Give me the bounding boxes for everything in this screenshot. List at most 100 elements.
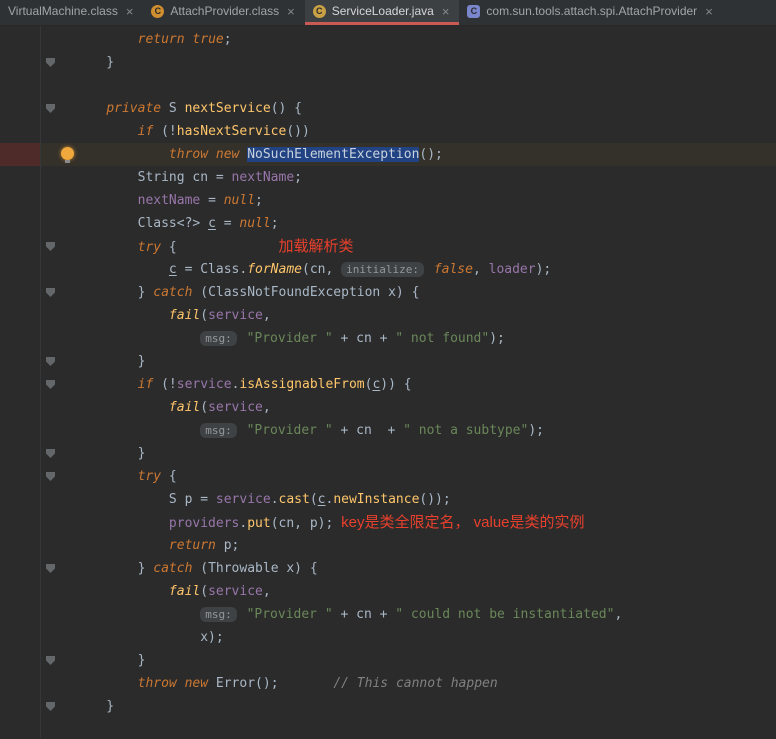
code-token: if bbox=[137, 124, 154, 139]
code-line[interactable]: if (!service.isAssignableFrom(c)) { bbox=[75, 373, 776, 396]
tab-label: com.sun.tools.attach.spi.AttachProvider bbox=[486, 4, 698, 18]
code-token: if bbox=[137, 377, 154, 392]
code-token: // This cannot happen bbox=[333, 676, 498, 691]
code-editor[interactable]: return true; } private S nextService() {… bbox=[0, 26, 776, 738]
code-line[interactable]: fail(service, bbox=[75, 580, 776, 603]
fold-icon[interactable] bbox=[46, 380, 55, 389]
code-token: x); bbox=[75, 630, 224, 645]
code-line[interactable]: } catch (ClassNotFoundException x) { bbox=[75, 281, 776, 304]
fold-icon[interactable] bbox=[46, 564, 55, 573]
code-line[interactable]: } bbox=[75, 695, 776, 718]
fold-icon[interactable] bbox=[46, 656, 55, 665]
code-token: ); bbox=[528, 423, 544, 438]
code-line[interactable]: return p; bbox=[75, 534, 776, 557]
code-token: false bbox=[433, 262, 473, 277]
code-line[interactable] bbox=[75, 74, 776, 97]
code-token: nextName bbox=[231, 170, 295, 185]
code-token: " not found" bbox=[395, 331, 490, 346]
code-line[interactable]: return true; bbox=[75, 28, 776, 51]
close-icon[interactable]: × bbox=[705, 5, 713, 18]
code-token: new bbox=[184, 676, 209, 691]
code-line[interactable]: try { 加载解析类 bbox=[75, 235, 776, 258]
code-line[interactable]: c = Class.forName(cn, initialize: false,… bbox=[75, 258, 776, 281]
code-token: throw bbox=[137, 676, 177, 691]
code-token: } bbox=[75, 561, 154, 576]
code-line[interactable]: msg: "Provider " + cn + " not found"); bbox=[75, 327, 776, 350]
close-icon[interactable]: × bbox=[287, 5, 295, 18]
code-line[interactable]: } bbox=[75, 442, 776, 465]
tab-label: AttachProvider.class bbox=[170, 4, 280, 18]
code-line[interactable]: } bbox=[75, 51, 776, 74]
code-token: } bbox=[75, 285, 154, 300]
code-line[interactable]: try { bbox=[75, 465, 776, 488]
intention-bulb-icon[interactable] bbox=[61, 147, 74, 163]
fold-icon[interactable] bbox=[46, 288, 55, 297]
code-token: (ClassNotFoundException x) { bbox=[192, 285, 420, 300]
code-line[interactable]: msg: "Provider " + cn + " could not be i… bbox=[75, 603, 776, 626]
code-line[interactable]: private S nextService() { bbox=[75, 97, 776, 120]
code-line[interactable]: nextName = null; bbox=[75, 189, 776, 212]
code-token: } bbox=[75, 446, 146, 461]
code-token: nextName bbox=[137, 193, 201, 208]
code-token: ()) bbox=[286, 124, 310, 139]
code-token: } bbox=[75, 55, 115, 70]
code-line[interactable]: providers.put(cn, p); key是类全限定名， value是类… bbox=[75, 511, 776, 534]
code-token: ; bbox=[294, 170, 302, 185]
code-token: . bbox=[270, 492, 279, 507]
fold-icon[interactable] bbox=[46, 357, 55, 366]
code-token: + cn + bbox=[332, 607, 396, 622]
code-token: service bbox=[208, 400, 263, 415]
code-line[interactable]: if (!hasNextService()) bbox=[75, 120, 776, 143]
code-line[interactable]: Class<?> c = null; bbox=[75, 212, 776, 235]
code-line[interactable]: String cn = nextName; bbox=[75, 166, 776, 189]
code-line[interactable]: throw new Error(); // This cannot happen bbox=[75, 672, 776, 695]
code-token: } bbox=[75, 653, 146, 668]
fold-icon[interactable] bbox=[46, 58, 55, 67]
parameter-hint: initialize: bbox=[341, 262, 424, 277]
tab-virtualmachine-class[interactable]: VirtualMachine.class × bbox=[0, 0, 143, 25]
code-line[interactable]: } bbox=[75, 350, 776, 373]
code-line[interactable]: fail(service, bbox=[75, 304, 776, 327]
code-line[interactable]: x); bbox=[75, 626, 776, 649]
fold-icon[interactable] bbox=[46, 242, 55, 251]
code-token: fail bbox=[168, 308, 201, 323]
fold-icon[interactable] bbox=[46, 702, 55, 711]
fold-icon[interactable] bbox=[46, 104, 55, 113]
gutter bbox=[0, 26, 75, 738]
close-icon[interactable]: × bbox=[126, 5, 134, 18]
code-token: catch bbox=[153, 285, 193, 300]
code-line[interactable]: fail(service, bbox=[75, 396, 776, 419]
code-line[interactable]: msg: "Provider " + cn + " not a subtype"… bbox=[75, 419, 776, 442]
code-token: service bbox=[176, 377, 232, 392]
code-token: p; bbox=[215, 538, 240, 553]
code-line[interactable]: S p = service.cast(c.newInstance()); bbox=[75, 488, 776, 511]
tab-serviceloader-java[interactable]: C ServiceLoader.java × bbox=[304, 0, 460, 25]
code-token: (! bbox=[153, 124, 177, 139]
annotation-note: key是类全限定名， value是类的实例 bbox=[341, 514, 585, 531]
tab-attachprovider-class[interactable]: C AttachProvider.class × bbox=[143, 0, 304, 25]
code-area[interactable]: return true; } private S nextService() {… bbox=[75, 28, 776, 718]
fold-icon[interactable] bbox=[46, 472, 55, 481]
code-line[interactable]: } bbox=[75, 649, 776, 672]
close-icon[interactable]: × bbox=[442, 5, 450, 18]
code-line[interactable]: } catch (Throwable x) { bbox=[75, 557, 776, 580]
code-token: { bbox=[161, 240, 177, 255]
code-token: + cn + bbox=[332, 331, 396, 346]
code-token: providers bbox=[168, 516, 240, 531]
code-token: (! bbox=[153, 377, 177, 392]
code-token: c bbox=[168, 262, 177, 277]
code-line[interactable]: throw new NoSuchElementException(); bbox=[75, 143, 776, 166]
code-token: = Class. bbox=[176, 262, 248, 277]
code-token: cast bbox=[278, 492, 310, 507]
fold-icon[interactable] bbox=[46, 449, 55, 458]
tab-attachprovider-fqn[interactable]: C com.sun.tools.attach.spi.AttachProvide… bbox=[459, 0, 722, 25]
code-token: ; bbox=[270, 216, 279, 231]
